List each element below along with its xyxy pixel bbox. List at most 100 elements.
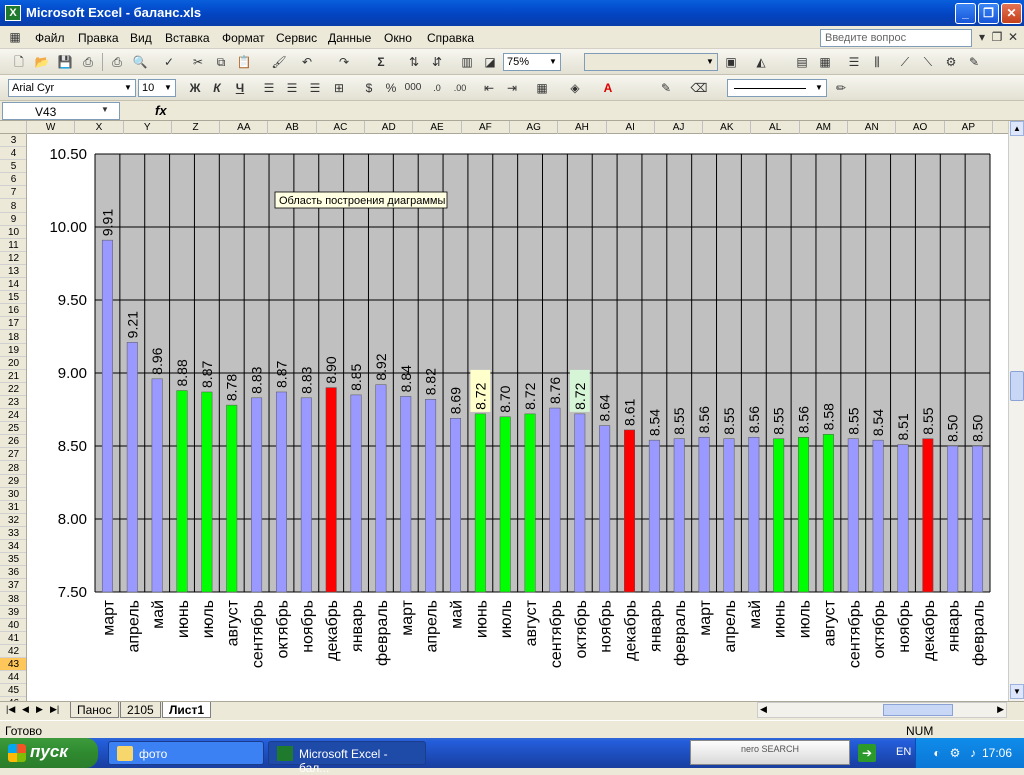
row-header[interactable]: 20 (0, 357, 26, 370)
scroll-up-icon[interactable]: ▲ (1010, 121, 1024, 136)
chart[interactable]: 7.50 8.00 8.50 9.00 9.50 10.00 10.50 9.91 март 9.… (27, 134, 1008, 701)
legend-icon[interactable]: ▤ (793, 53, 811, 71)
task-excel[interactable]: Microsoft Excel - бал... (268, 741, 426, 775)
angle-text-down-icon[interactable]: ⟋ (896, 53, 914, 71)
row-header[interactable]: 22 (0, 383, 26, 396)
menu-data[interactable]: Данные (328, 31, 371, 45)
nero-search[interactable]: nero SEARCH (690, 740, 850, 765)
menu-help[interactable]: Справка (427, 31, 474, 45)
column-header-al[interactable]: AL (752, 121, 800, 134)
chart-object-select[interactable]: ▼ (584, 53, 718, 71)
border-draw-icon[interactable]: ✎ (657, 79, 675, 97)
vertical-scrollbar[interactable]: ▲ ▼ (1008, 121, 1024, 701)
scroll-down-icon[interactable]: ▼ (1010, 684, 1024, 699)
row-header[interactable]: 35 (0, 553, 26, 567)
row-header[interactable]: 29 (0, 475, 26, 488)
column-header-ad[interactable]: AD (365, 121, 414, 134)
last-tab-icon[interactable]: ▶| (50, 704, 59, 715)
column-header-an[interactable]: AN (848, 121, 897, 134)
go-arrow-icon[interactable]: ➔ (858, 744, 876, 762)
row-header[interactable]: 16 (0, 304, 26, 318)
tab-panos[interactable]: Панос (70, 702, 119, 718)
column-header-ai[interactable]: AI (607, 121, 655, 134)
sort-ascending-icon[interactable]: ⇅ (405, 53, 423, 71)
row-header[interactable]: 6 (0, 173, 26, 187)
sort-descending-icon[interactable]: ⇵ (428, 53, 446, 71)
save-icon[interactable]: 💾 (56, 53, 74, 71)
column-header-ap[interactable]: AP (945, 121, 993, 134)
column-header-y[interactable]: Y (124, 121, 172, 134)
next-tab-icon[interactable]: ▶ (36, 704, 43, 715)
autosum-icon[interactable]: Σ (372, 53, 390, 71)
comma-style-icon[interactable]: 000 (404, 79, 422, 97)
menu-view[interactable]: Вид (130, 31, 152, 45)
row-header[interactable]: 28 (0, 462, 26, 475)
select-all-corner[interactable] (0, 121, 27, 134)
chart-edit-icon[interactable]: ✎ (965, 53, 983, 71)
spelling-icon[interactable]: ✓ (160, 53, 178, 71)
menu-edit[interactable]: Правка (78, 31, 119, 45)
redo-icon[interactable]: ↷ (335, 53, 353, 71)
chevron-down-icon[interactable]: ▼ (96, 101, 114, 119)
menu-file[interactable]: Файл (35, 31, 65, 45)
hscroll-thumb[interactable] (883, 704, 953, 716)
merge-center-icon[interactable]: ⊞ (330, 79, 348, 97)
decrease-indent-icon[interactable]: ⇤ (480, 79, 498, 97)
shapes-icon[interactable]: ⚙ (942, 53, 960, 71)
format-chart-icon[interactable]: ▣ (722, 53, 740, 71)
task-photo[interactable]: фото (108, 741, 264, 765)
row-header[interactable]: 14 (0, 278, 26, 292)
by-row-icon[interactable]: ☰ (845, 53, 863, 71)
insert-function-icon[interactable]: fx (155, 103, 167, 118)
row-header[interactable]: 40 (0, 619, 26, 632)
restore-button[interactable]: ❐ (978, 3, 999, 24)
scroll-thumb[interactable] (1010, 371, 1024, 401)
chart-wizard-icon[interactable]: ▥ (458, 53, 476, 71)
workbook-icon[interactable]: ▦ (6, 28, 24, 46)
font-name-select[interactable]: Arial Cyr ▼ (8, 79, 136, 97)
bold-button[interactable]: Ж (186, 79, 204, 97)
line-style-select[interactable]: ▼ (727, 79, 827, 97)
copy-icon[interactable]: ⧉ (212, 53, 230, 71)
fill-color-icon[interactable]: ◈ (566, 79, 584, 97)
chart-type-icon[interactable]: ◭ (752, 53, 770, 71)
row-header[interactable]: 27 (0, 448, 26, 462)
row-header[interactable]: 43 (0, 658, 26, 671)
column-header-x[interactable]: X (75, 121, 124, 134)
row-header[interactable]: 44 (0, 671, 26, 685)
row-header[interactable]: 17 (0, 317, 26, 331)
new-file-icon[interactable]: 🗋 (10, 53, 28, 71)
row-header[interactable]: 8 (0, 200, 26, 213)
cut-icon[interactable]: ✂ (189, 53, 207, 71)
column-header-ac[interactable]: AC (317, 121, 366, 134)
start-button[interactable]: пуск (0, 738, 98, 768)
row-header[interactable]: 42 (0, 645, 26, 658)
row-header[interactable]: 37 (0, 579, 26, 593)
row-header[interactable]: 33 (0, 527, 26, 540)
align-left-icon[interactable]: ☰ (260, 79, 278, 97)
open-folder-icon[interactable]: 📂 (33, 53, 51, 71)
borders-icon[interactable]: ▦ (533, 79, 551, 97)
close-workbook-icon[interactable]: ✕ (1004, 28, 1022, 46)
eraser-icon[interactable]: ⌫ (690, 79, 708, 97)
row-header[interactable]: 5 (0, 160, 26, 174)
column-header-ag[interactable]: AG (510, 121, 559, 134)
paste-icon[interactable]: 📋 (235, 53, 253, 71)
by-column-icon[interactable]: ⫼ (868, 53, 886, 71)
column-header-ao[interactable]: AO (896, 121, 945, 134)
tab-2105[interactable]: 2105 (120, 702, 161, 718)
column-header-ae[interactable]: AE (413, 121, 462, 134)
horizontal-scrollbar[interactable]: ◀ ▶ (757, 702, 1007, 718)
column-header-ak[interactable]: AK (703, 121, 752, 134)
underline-button[interactable]: Ч (231, 79, 249, 97)
row-header[interactable]: 45 (0, 684, 26, 698)
angle-text-up-icon[interactable]: ⟍ (919, 53, 937, 71)
row-header[interactable]: 11 (0, 239, 26, 252)
row-header[interactable]: 15 (0, 291, 26, 305)
data-table-icon[interactable]: ▦ (816, 53, 834, 71)
scroll-right-icon[interactable]: ▶ (997, 704, 1004, 715)
percent-icon[interactable]: % (382, 79, 400, 97)
row-header[interactable]: 39 (0, 606, 26, 619)
row-header[interactable]: 7 (0, 186, 26, 200)
minimize-button[interactable]: _ (955, 3, 976, 24)
